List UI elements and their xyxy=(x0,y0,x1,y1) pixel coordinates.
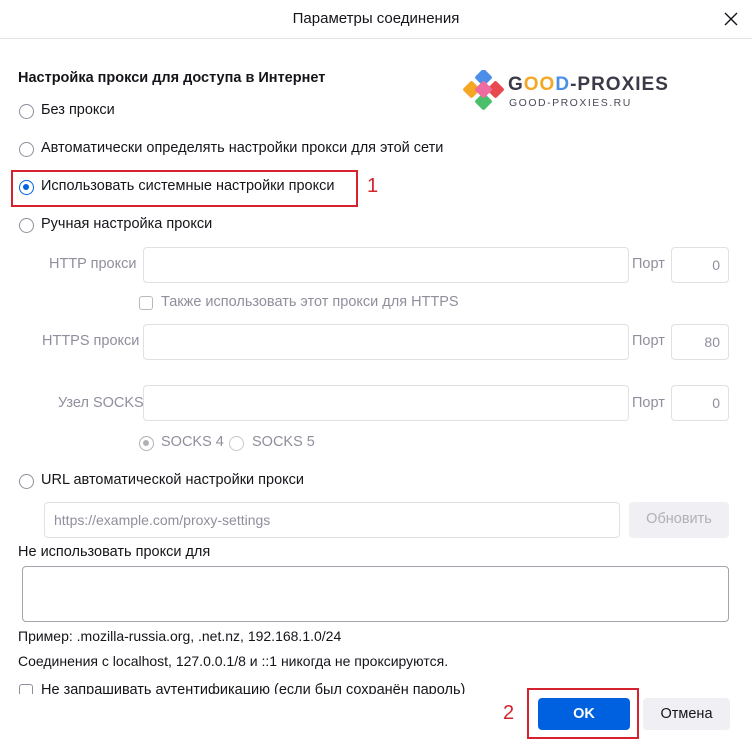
pac-url-input[interactable]: https://example.com/proxy-settings xyxy=(44,502,620,538)
good-proxies-logo-icon xyxy=(463,69,505,112)
localhost-note: Соединения с localhost, 127.0.0.1/8 и ::… xyxy=(18,653,449,669)
socks4-label: SOCKS 4 xyxy=(161,434,224,450)
https-proxy-input[interactable] xyxy=(143,324,629,360)
system-proxy-label[interactable]: Использовать системные настройки прокси xyxy=(41,178,334,194)
system-proxy-radio[interactable] xyxy=(19,180,34,195)
cancel-button[interactable]: Отмена xyxy=(643,698,730,730)
no-proxy-radio[interactable] xyxy=(19,104,34,119)
http-port-input[interactable]: 0 xyxy=(671,247,729,283)
logo-subtitle: GOOD-PROXIES.RU xyxy=(509,97,632,109)
socks4-radio[interactable] xyxy=(139,436,154,451)
also-https-label: Также использовать этот прокси для HTTPS xyxy=(161,294,459,310)
no-proxy-example: Пример: .mozilla-russia.org, .net.nz, 19… xyxy=(18,628,342,644)
manual-proxy-radio[interactable] xyxy=(19,218,34,233)
no-auth-prompt-checkbox[interactable] xyxy=(19,684,33,694)
https-port-label: Порт xyxy=(632,333,665,349)
http-proxy-input[interactable] xyxy=(143,247,629,283)
logo-brand-text: GOOD-PROXIES xyxy=(508,74,669,95)
reload-button[interactable]: Обновить xyxy=(629,502,729,538)
http-port-label: Порт xyxy=(632,256,665,272)
no-proxy-label[interactable]: Без прокси xyxy=(41,102,115,118)
socks-host-label: Узел SOCKS xyxy=(58,395,144,411)
http-proxy-label: HTTP прокси xyxy=(49,256,137,272)
https-proxy-label: HTTPS прокси xyxy=(42,333,140,349)
socks5-label: SOCKS 5 xyxy=(252,434,315,450)
close-icon[interactable] xyxy=(718,6,744,32)
no-proxy-for-label: Не использовать прокси для xyxy=(18,544,211,560)
pac-url-radio[interactable] xyxy=(19,474,34,489)
dialog-title: Параметры соединения xyxy=(292,10,460,27)
auto-detect-label[interactable]: Автоматически определять настройки прокс… xyxy=(41,140,443,156)
annotation-step-2: 2 xyxy=(503,702,515,724)
socks-port-label: Порт xyxy=(632,395,665,411)
manual-proxy-label[interactable]: Ручная настройка прокси xyxy=(41,216,212,232)
pac-url-label[interactable]: URL автоматической настройки прокси xyxy=(41,472,304,488)
ok-button[interactable]: OK xyxy=(538,698,630,730)
also-https-checkbox[interactable] xyxy=(139,296,153,310)
annotation-step-1: 1 xyxy=(367,175,379,197)
auto-detect-radio[interactable] xyxy=(19,142,34,157)
proxy-section-heading: Настройка прокси для доступа в Интернет xyxy=(18,70,326,86)
socks-port-input[interactable]: 0 xyxy=(671,385,729,421)
socks5-radio[interactable] xyxy=(229,436,244,451)
socks-host-input[interactable] xyxy=(143,385,629,421)
no-auth-prompt-label[interactable]: Не запрашивать аутентификацию (если был … xyxy=(41,682,465,694)
auth-row: Не запрашивать аутентификацию (если был … xyxy=(0,680,752,694)
no-proxy-for-textarea[interactable] xyxy=(22,566,729,622)
https-port-input[interactable]: 80 xyxy=(671,324,729,360)
